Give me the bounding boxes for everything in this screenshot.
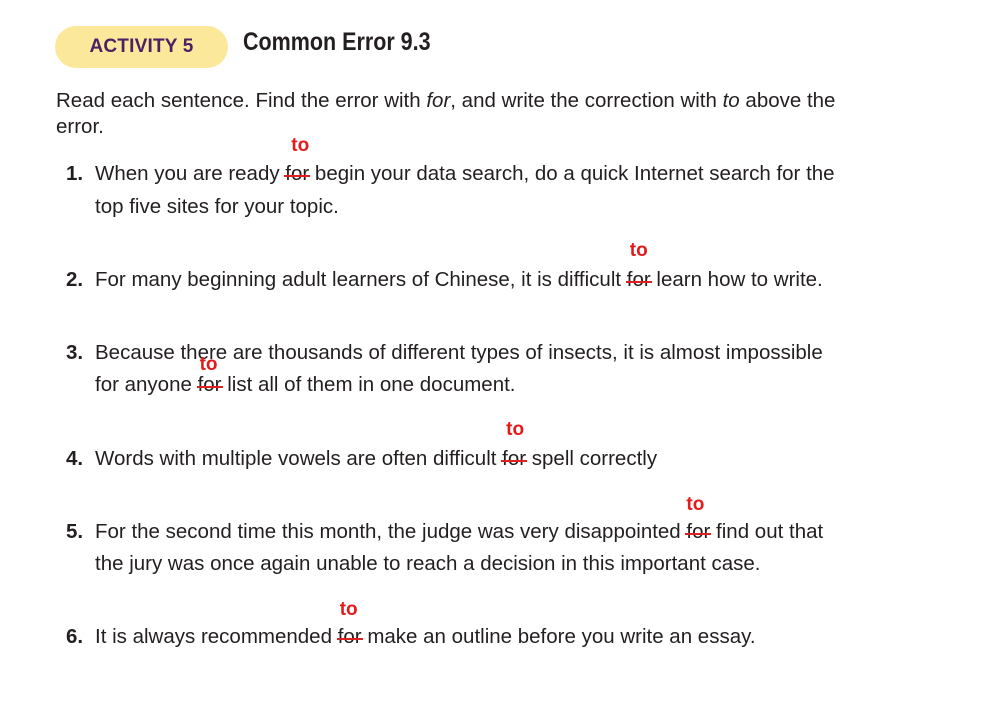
error-word: for to [336, 599, 363, 653]
correction-word: to [629, 240, 648, 261]
item-text: For many beginning adult learners of Chi… [95, 268, 627, 291]
error-word: for to [625, 240, 652, 296]
correction-word: to [686, 494, 705, 515]
strikethrough-mark [336, 637, 363, 640]
item-number: 6. [66, 625, 84, 648]
item-number: 1. [66, 162, 84, 185]
item-text: When you are ready [95, 162, 286, 185]
instructions-text-4: error. [56, 115, 104, 138]
item-text: spell correctly [526, 447, 658, 470]
correction-word: to [339, 599, 358, 620]
item-number: 4. [66, 447, 84, 470]
item-line-1: When you are ready for to begin your data… [95, 135, 835, 190]
item-line-1: For many beginning adult learners of Chi… [95, 240, 823, 296]
error-word: for to [284, 135, 311, 190]
activity-badge: ACTIVITY 5 [55, 26, 228, 68]
error-word: for to [501, 419, 528, 475]
instructions-em-to: to [722, 89, 740, 112]
page-title: Common Error 9.3 [243, 28, 431, 56]
strikethrough-mark [284, 174, 311, 177]
item-text: find out that [710, 520, 824, 543]
item-text: For the second time this month, the judg… [95, 520, 687, 543]
item-text: learn how to write. [650, 268, 823, 291]
item-number: 2. [66, 268, 84, 291]
instructions-em-for: for [426, 89, 451, 112]
item-line-1: It is always recommended for to make an o… [95, 599, 756, 653]
instructions-text-3: above the [739, 89, 836, 112]
item-number: 5. [66, 520, 84, 543]
strikethrough-mark [501, 459, 528, 462]
item-text: Words with multiple vowels are often dif… [95, 447, 503, 470]
activity-label: ACTIVITY 5 [89, 36, 194, 57]
correction-word: to [199, 354, 218, 375]
error-word: for to [685, 494, 712, 548]
instructions-text-1: Read each sentence. Find the error with [56, 89, 427, 112]
item-text: list all of them in one document. [221, 373, 516, 396]
strikethrough-mark [625, 280, 652, 283]
item-text: top five sites for your topic. [95, 195, 339, 218]
correction-word: to [506, 419, 525, 440]
instructions-text-2: , and write the correction with [450, 89, 723, 112]
instructions: Read each sentence. Find the error with … [56, 88, 936, 140]
correction-word: to [291, 135, 310, 156]
strikethrough-mark [196, 385, 223, 388]
item-text: begin your data search, do a quick Inter… [309, 162, 835, 185]
strikethrough-mark [685, 532, 712, 535]
item-line-1: Words with multiple vowels are often dif… [95, 419, 658, 475]
error-word: for to [196, 354, 223, 401]
item-line-2: top five sites for your topic. [95, 191, 339, 223]
item-text: the jury was once again unable to reach … [95, 552, 761, 575]
item-line-1: For the second time this month, the judg… [95, 494, 824, 548]
item-text: for anyone [95, 373, 198, 396]
item-text: It is always recommended [95, 625, 338, 648]
item-number: 3. [66, 341, 84, 364]
item-text: make an outline before you write an essa… [361, 625, 756, 648]
item-line-2: for anyone for to list all of them in one… [95, 354, 516, 401]
item-line-2: the jury was once again unable to reach … [95, 548, 761, 580]
